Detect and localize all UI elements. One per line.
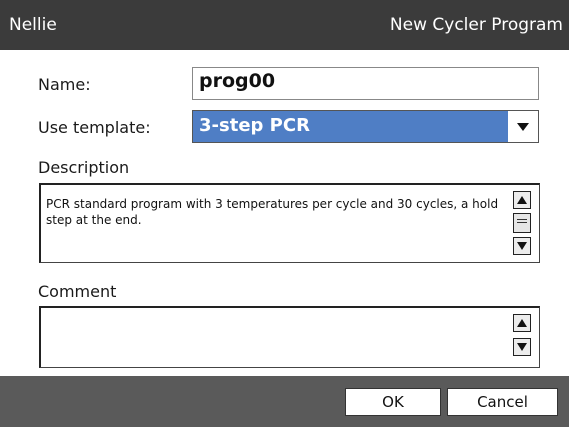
template-select[interactable]: 3-step PCR <box>192 110 539 143</box>
comment-textarea[interactable] <box>39 306 540 368</box>
chevron-down-icon[interactable] <box>508 111 538 142</box>
comment-label: Comment <box>38 282 117 301</box>
name-label: Name: <box>38 75 91 94</box>
name-input[interactable]: prog00 <box>192 67 539 100</box>
arrow-down-icon[interactable] <box>513 338 531 356</box>
description-scrollbar[interactable] <box>513 191 533 259</box>
arrow-down-icon[interactable] <box>513 237 531 255</box>
template-selected-value: 3-step PCR <box>193 111 508 142</box>
template-label: Use template: <box>38 118 151 137</box>
description-label: Description <box>38 158 130 177</box>
title-bar: Nellie New Cycler Program <box>0 0 569 50</box>
arrow-up-icon[interactable] <box>513 314 531 332</box>
app-name: Nellie <box>9 15 57 35</box>
description-textarea[interactable]: PCR standard program with 3 temperatures… <box>39 183 540 263</box>
cancel-button[interactable]: Cancel <box>447 388 558 416</box>
scroll-thumb[interactable] <box>513 213 531 233</box>
arrow-up-icon[interactable] <box>513 191 531 209</box>
description-text: PCR standard program with 3 temperatures… <box>46 197 499 227</box>
comment-scrollbar[interactable] <box>513 314 533 360</box>
ok-button[interactable]: OK <box>345 388 441 416</box>
window-title: New Cycler Program <box>389 15 563 35</box>
